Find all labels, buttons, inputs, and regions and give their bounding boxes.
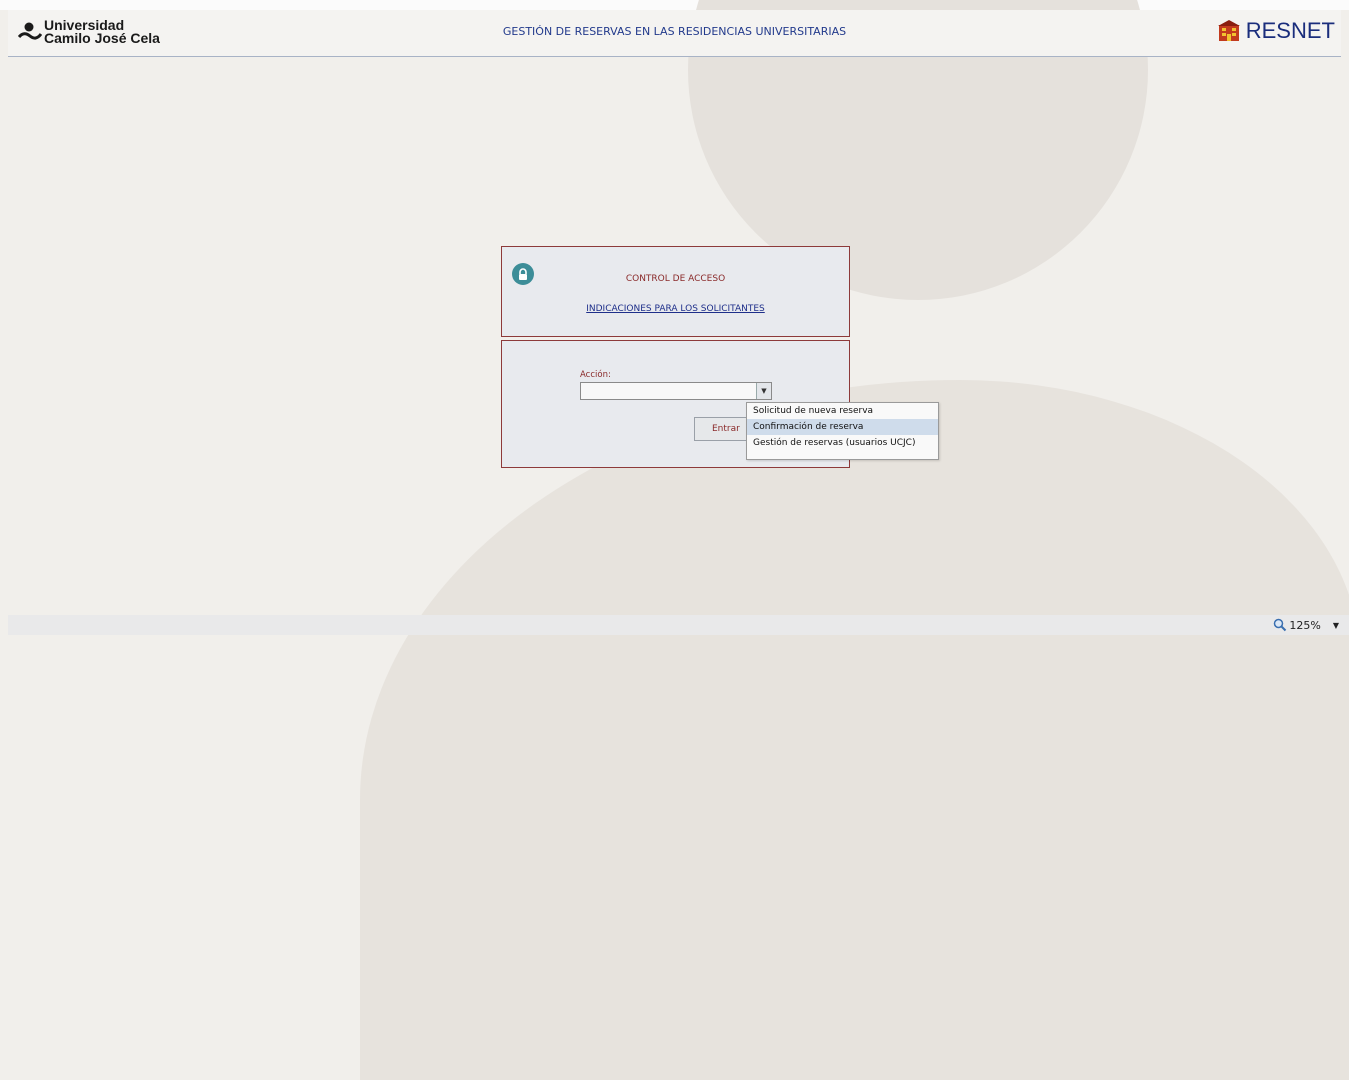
action-label: Acción: bbox=[580, 370, 611, 380]
dropdown-option-manage-reservations[interactable]: Gestión de reservas (usuarios UCJC) bbox=[747, 435, 938, 451]
dropdown-option-new-reservation[interactable]: Solicitud de nueva reserva bbox=[747, 403, 938, 419]
enter-button[interactable]: Entrar bbox=[694, 417, 754, 441]
action-dropdown-list: Solicitud de nueva reserva Confirmación … bbox=[746, 402, 939, 460]
chevron-down-icon[interactable]: ▼ bbox=[1333, 621, 1339, 630]
zoom-level: 125% bbox=[1289, 618, 1321, 632]
zoom-control[interactable]: 125% ▼ bbox=[1273, 618, 1339, 632]
background-swoosh bbox=[360, 380, 1349, 1080]
residence-building-icon bbox=[1217, 20, 1240, 41]
action-select[interactable]: ▼ bbox=[580, 382, 772, 400]
access-control-title: CONTROL DE ACCESO bbox=[625, 274, 726, 284]
header-bar: Universidad Camilo José Cela GESTIÓN DE … bbox=[8, 10, 1341, 57]
zoom-icon bbox=[1274, 618, 1287, 632]
access-control-panel: CONTROL DE ACCESO INDICACIONES PARA LOS … bbox=[501, 246, 850, 337]
top-strip bbox=[0, 0, 1349, 10]
chevron-down-icon[interactable]: ▼ bbox=[756, 383, 771, 399]
dropdown-option-confirm-reservation[interactable]: Confirmación de reserva bbox=[747, 419, 938, 435]
brand-name: RESNET bbox=[1245, 18, 1335, 43]
status-bar: 125% ▼ bbox=[8, 615, 1349, 635]
applicant-instructions-link[interactable]: INDICACIONES PARA LOS SOLICITANTES bbox=[502, 304, 849, 314]
resnet-logo[interactable]: RESNET bbox=[1217, 18, 1335, 44]
page-title: GESTIÓN DE RESERVAS EN LAS RESIDENCIAS U… bbox=[502, 25, 847, 38]
